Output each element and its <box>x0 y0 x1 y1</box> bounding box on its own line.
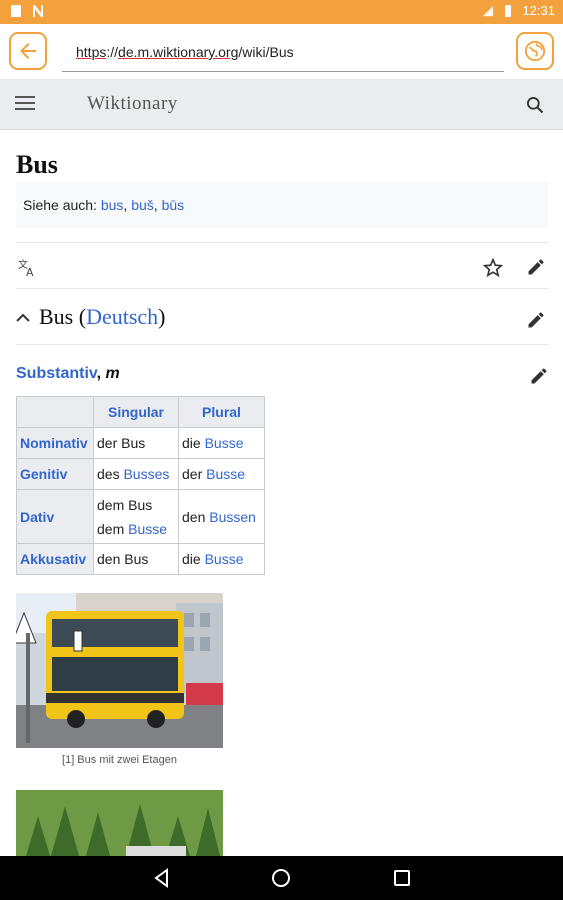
section-title: Bus (Deutsch) <box>39 304 166 329</box>
battery-icon <box>505 4 512 17</box>
case-label[interactable]: Nominativ <box>16 427 94 459</box>
forest-photo[interactable] <box>16 790 223 856</box>
pencil-icon[interactable] <box>529 366 549 386</box>
table-corner <box>16 396 94 428</box>
back-button[interactable] <box>9 32 47 70</box>
singular-cell: dem Bus dem Busse <box>93 489 179 544</box>
singular-cell: der Bus <box>93 427 179 459</box>
star-icon[interactable] <box>482 257 504 279</box>
page-title: Bus <box>16 150 58 179</box>
case-label[interactable]: Akkusativ <box>16 543 94 575</box>
form-link[interactable]: Busse <box>128 521 167 537</box>
pencil-icon[interactable] <box>526 257 546 277</box>
table-row: Akkusativ den Bus die Busse <box>16 543 265 575</box>
nav-home-icon[interactable] <box>270 867 292 889</box>
table-row: Nominativ der Bus die Busse <box>16 427 265 459</box>
see-also-link-bus-caron[interactable]: buš <box>131 197 154 213</box>
language-section-header[interactable]: Bus (Deutsch) <box>16 300 548 340</box>
see-also-link-bus-macron[interactable]: būs <box>162 197 185 213</box>
table-row: Dativ dem Bus dem Busse den Bussen <box>16 489 265 544</box>
case-label[interactable]: Dativ <box>16 489 94 544</box>
search-icon[interactable] <box>525 95 545 115</box>
see-also-link-bus[interactable]: bus <box>101 197 124 213</box>
plural-cell: die Busse <box>178 543 265 575</box>
form-link[interactable]: Busse <box>205 435 244 451</box>
column-header[interactable]: Plural <box>178 396 265 428</box>
nav-recents-icon[interactable] <box>391 867 413 889</box>
article-content: Bus Siehe auch: bus, buš, būs 文A Bus (De… <box>0 130 563 856</box>
gender-label: m <box>105 365 120 382</box>
url-input[interactable]: https://de.m.wiktionary.org/wiki/Bus <box>62 38 504 72</box>
part-of-speech-heading: Substantiv, m <box>16 365 120 382</box>
plural-cell: den Bussen <box>178 489 265 544</box>
singular-cell: den Bus <box>93 543 179 575</box>
open-in-browser-button[interactable] <box>516 32 554 70</box>
chevron-up-icon[interactable] <box>16 313 30 323</box>
notification-n-icon <box>33 5 43 17</box>
form-link[interactable]: Busses <box>123 466 169 482</box>
translate-icon[interactable]: 文A <box>18 258 40 278</box>
plural-cell: der Busse <box>178 458 265 490</box>
globe-icon <box>524 40 546 62</box>
back-arrow-icon <box>20 43 36 59</box>
case-label[interactable]: Genitiv <box>16 458 94 490</box>
signal-icon <box>483 5 494 16</box>
plural-cell: die Busse <box>178 427 265 459</box>
see-also-label: Siehe auch: <box>23 197 97 213</box>
pencil-icon[interactable] <box>526 310 546 330</box>
singular-cell: des Busses <box>93 458 179 490</box>
column-header[interactable]: Singular <box>93 396 179 428</box>
divider <box>16 288 548 289</box>
language-link[interactable]: Deutsch <box>86 304 158 329</box>
form-link[interactable]: Bussen <box>209 509 256 525</box>
bus-photo[interactable] <box>16 593 223 748</box>
status-bar: 12:31 <box>0 0 563 24</box>
inflection-table: Singular Plural Nominativ der Bus die Bu… <box>16 396 265 575</box>
divider <box>16 242 548 243</box>
image-caption: [1] Bus mit zwei Etagen <box>62 754 177 766</box>
svg-text:A: A <box>26 266 34 278</box>
menu-icon[interactable] <box>15 96 35 112</box>
android-nav-bar <box>0 856 563 900</box>
nav-back-icon[interactable] <box>151 867 173 889</box>
table-row: Genitiv des Busses der Busse <box>16 458 265 490</box>
pos-link[interactable]: Substantiv <box>16 365 97 382</box>
see-also-box: Siehe auch: bus, buš, būs <box>16 182 548 228</box>
page-actions: 文A <box>16 246 548 288</box>
form-link[interactable]: Busse <box>205 551 244 567</box>
divider <box>16 344 548 345</box>
form-link[interactable]: Busse <box>206 466 245 482</box>
browser-url-bar: https://de.m.wiktionary.org/wiki/Bus <box>0 24 563 80</box>
status-time: 12:31 <box>522 3 555 18</box>
notification-document-icon <box>11 5 21 17</box>
wiktionary-header: Wiktionary <box>0 80 563 130</box>
site-brand[interactable]: Wiktionary <box>87 93 178 115</box>
